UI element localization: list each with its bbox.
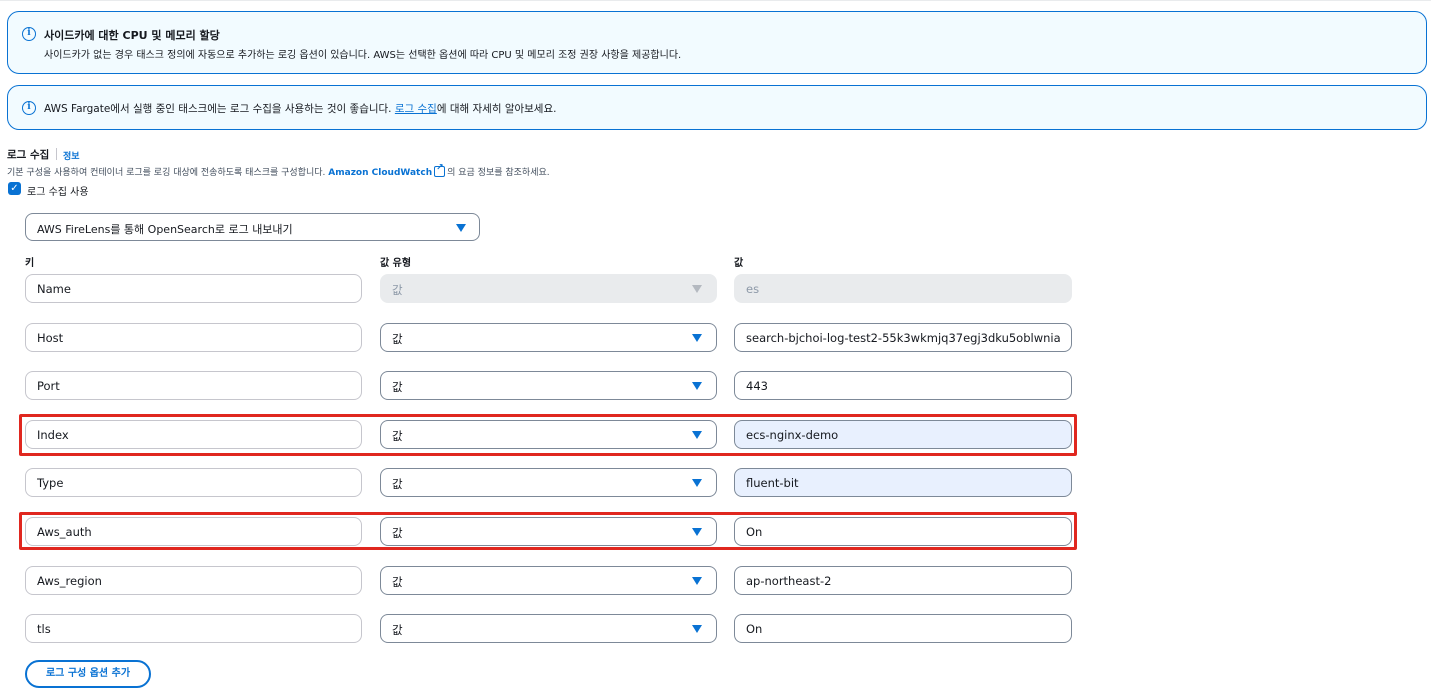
option-value-text: es — [746, 282, 760, 296]
option-value-type-select[interactable]: 값 — [380, 517, 717, 546]
option-key-text: Index — [37, 428, 69, 442]
caret-down-icon — [692, 431, 702, 439]
option-key-input[interactable]: tls — [25, 614, 362, 643]
option-value-type-select[interactable]: 값 — [380, 614, 717, 643]
info-icon: i — [22, 27, 36, 41]
option-key-input[interactable]: Host — [25, 323, 362, 352]
alert-body: 사이드카가 없는 경우 태스크 정의에 자동으로 추가하는 로깅 옵션이 있습니… — [44, 50, 682, 61]
option-key-text: Aws_auth — [37, 525, 92, 539]
cloudwatch-link[interactable]: Amazon CloudWatch — [328, 168, 432, 178]
option-key-input[interactable]: Port — [25, 371, 362, 400]
option-value-input[interactable]: 443 — [734, 371, 1072, 400]
caret-down-icon — [692, 285, 702, 293]
log-collection-link[interactable]: 로그 수집 — [395, 103, 437, 115]
option-key-text: Host — [37, 331, 64, 345]
option-value-text: fluent-bit — [746, 476, 799, 490]
option-value-type-text: 값 — [392, 332, 403, 346]
option-value-text: search-bjchoi-log-test2-55k3wkmjq37egj3d… — [746, 331, 1061, 345]
checkbox-label: 로그 수집 사용 — [27, 187, 89, 198]
desc-text-before: 기본 구성을 사용하여 컨테이너 로그를 로깅 대상에 전송하도록 태스크를 구… — [7, 168, 329, 178]
option-value-text: ap-northeast-2 — [746, 574, 832, 588]
option-value-input: es — [734, 274, 1072, 303]
column-header-key: 키 — [25, 258, 35, 269]
option-value-type-select[interactable]: 값 — [380, 566, 717, 595]
option-value-text: ecs-nginx-demo — [746, 428, 839, 442]
log-collection-checkbox[interactable]: ✓ — [8, 182, 21, 195]
option-value-text: 443 — [746, 379, 768, 393]
option-value-type-text: 값 — [392, 429, 403, 443]
alert-title: 사이드카에 대한 CPU 및 메모리 할당 — [44, 29, 220, 42]
caret-down-icon — [692, 479, 702, 487]
caret-down-icon — [456, 224, 466, 232]
option-key-text: Aws_region — [37, 574, 102, 588]
log-destination-value: AWS FireLens를 통해 OpenSearch로 로그 내보내기 — [37, 223, 293, 236]
external-link-icon — [434, 163, 446, 177]
top-divider — [0, 0, 1431, 1]
info-icon: i — [22, 101, 36, 115]
option-key-input[interactable]: Aws_region — [25, 566, 362, 595]
option-value-type-select[interactable]: 값 — [380, 420, 717, 449]
log-destination-select[interactable]: AWS FireLens를 통해 OpenSearch로 로그 내보내기 — [25, 213, 480, 241]
option-key-input[interactable]: Name — [25, 274, 362, 303]
column-header-value-type: 값 유형 — [380, 258, 412, 269]
option-value-text: On — [746, 525, 763, 539]
option-value-input[interactable]: On — [734, 614, 1072, 643]
option-value-input[interactable]: ecs-nginx-demo — [734, 420, 1072, 449]
alert-body: AWS Fargate에서 실행 중인 태스크에는 로그 수집을 사용하는 것이… — [44, 101, 556, 116]
log-collection-description: 기본 구성을 사용하여 컨테이너 로그를 로깅 대상에 전송하도록 태스크를 구… — [7, 163, 550, 178]
add-log-option-button[interactable]: 로그 구성 옵션 추가 — [25, 660, 151, 688]
option-key-input[interactable]: Index — [25, 420, 362, 449]
option-value-type-text: 값 — [392, 526, 403, 540]
alert-text-before: AWS Fargate에서 실행 중인 태스크에는 로그 수집을 사용하는 것이… — [44, 103, 395, 115]
info-link[interactable]: 정보 — [63, 149, 80, 162]
option-value-input[interactable]: On — [734, 517, 1072, 546]
option-value-type-text: 값 — [392, 380, 403, 394]
caret-down-icon — [692, 382, 702, 390]
column-header-value: 값 — [734, 258, 744, 269]
option-value-text: On — [746, 622, 763, 636]
sidecar-info-alert: i 사이드카에 대한 CPU 및 메모리 할당 사이드카가 없는 경우 태스크 … — [7, 11, 1427, 74]
option-key-text: Port — [37, 379, 60, 393]
desc-text-after: 의 요금 정보를 참조하세요. — [447, 168, 550, 178]
log-collection-heading: 로그 수집 — [7, 149, 50, 161]
option-value-input[interactable]: fluent-bit — [734, 468, 1072, 497]
fargate-info-alert: i AWS Fargate에서 실행 중인 태스크에는 로그 수집을 사용하는 … — [7, 85, 1427, 130]
option-value-type-select[interactable]: 값 — [380, 468, 717, 497]
caret-down-icon — [692, 334, 702, 342]
option-value-input[interactable]: ap-northeast-2 — [734, 566, 1072, 595]
caret-down-icon — [692, 625, 702, 633]
option-key-text: tls — [37, 622, 51, 636]
option-value-input[interactable]: search-bjchoi-log-test2-55k3wkmjq37egj3d… — [734, 323, 1072, 352]
heading-separator — [56, 148, 57, 160]
option-key-input[interactable]: Type — [25, 468, 362, 497]
option-value-type-select[interactable]: 값 — [380, 371, 717, 400]
option-value-type-text: 값 — [392, 575, 403, 589]
alert-text-after: 에 대해 자세히 알아보세요. — [436, 103, 557, 115]
option-key-text: Name — [37, 282, 71, 296]
option-key-text: Type — [37, 476, 64, 490]
caret-down-icon — [692, 577, 702, 585]
option-value-type-select[interactable]: 값 — [380, 323, 717, 352]
option-value-type-text: 값 — [392, 283, 403, 297]
option-key-input[interactable]: Aws_auth — [25, 517, 362, 546]
option-value-type-text: 값 — [392, 477, 403, 491]
option-value-type-select: 값 — [380, 274, 717, 303]
option-value-type-text: 값 — [392, 623, 403, 637]
caret-down-icon — [692, 528, 702, 536]
